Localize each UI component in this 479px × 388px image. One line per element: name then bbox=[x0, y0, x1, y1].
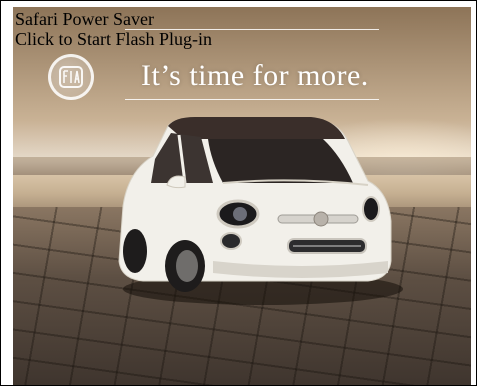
fiat-logo-icon bbox=[48, 54, 94, 100]
power-saver-title: Safari Power Saver bbox=[15, 9, 154, 29]
ad-image[interactable]: It’s time for more. bbox=[13, 7, 471, 385]
ad-tagline: It’s time for more. bbox=[141, 59, 369, 92]
bottom-divider-line bbox=[125, 99, 379, 100]
flash-plugin-frame[interactable]: It’s time for more. Safari Power Saver C… bbox=[0, 0, 477, 386]
start-plugin-button[interactable]: Click to Start Flash Plug-in bbox=[15, 29, 212, 49]
car-image bbox=[118, 117, 403, 305]
